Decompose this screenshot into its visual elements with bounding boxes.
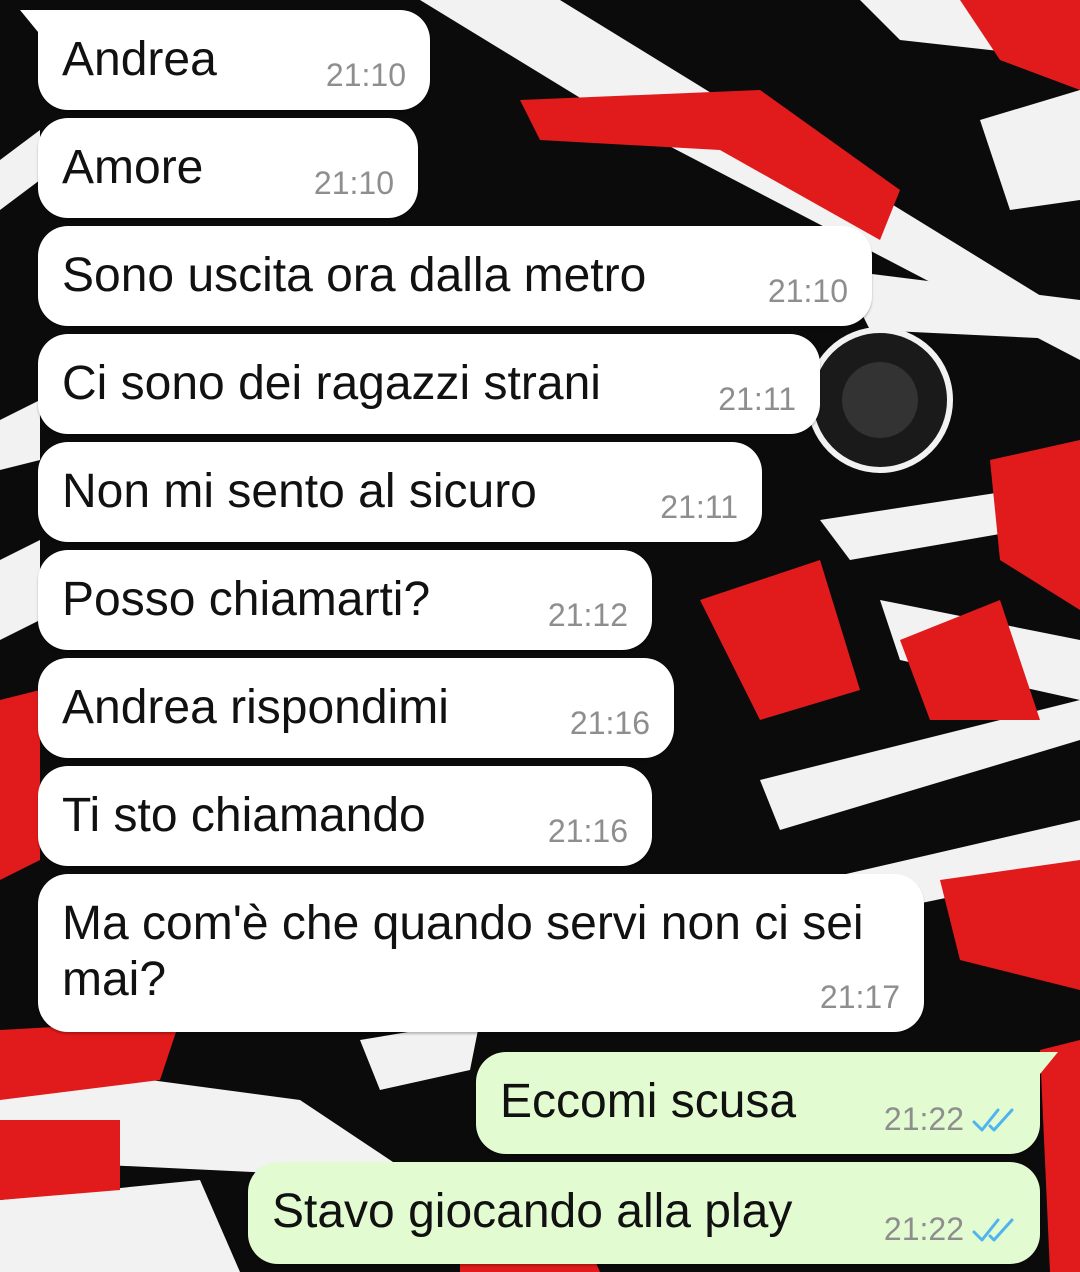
message-text: Sono uscita ora dalla metro [62,249,647,302]
timestamp: 21:16 [547,813,628,849]
timestamp: 21:10 [325,57,406,93]
message-text: Ti sto chiamando [62,789,426,842]
timestamp: 21:11 [660,489,738,525]
message-time: 21:11 [718,381,796,418]
incoming-message[interactable]: Ti sto chiamando 21:16 [38,766,652,866]
outgoing-message[interactable]: Stavo giocando alla play 21:22 [248,1162,1040,1264]
outgoing-message[interactable]: Eccomi scusa 21:22 [476,1052,1058,1154]
message-time: 21:10 [326,57,406,94]
timestamp: 21:10 [313,165,394,201]
timestamp: 21:16 [569,705,650,741]
message-time: 21:22 [884,1101,1016,1138]
chat-view: Andrea 21:10 Amore 21:10 Sono uscita ora… [0,0,1080,1272]
message-time: 21:10 [768,273,848,310]
message-text: Andrea rispondimi [62,681,449,734]
timestamp: 21:17 [819,979,900,1015]
incoming-message[interactable]: Andrea rispondimi 21:16 [38,658,674,758]
timestamp: 21:22 [883,1101,964,1137]
message-time: 21:17 [820,979,900,1016]
message-text: Posso chiamarti? [62,573,431,626]
message-text: Non mi sento al sicuro [62,465,537,518]
message-text: Ci sono dei ragazzi strani [62,357,601,410]
message-time: 21:22 [884,1211,1016,1248]
message-time: 21:10 [314,165,394,202]
incoming-message[interactable]: Andrea 21:10 [20,10,430,110]
double-check-read-icon [972,1218,1014,1241]
incoming-message[interactable]: Sono uscita ora dalla metro 21:10 [38,226,872,326]
incoming-message[interactable]: Posso chiamarti? 21:12 [38,550,652,650]
bubble-tail [1040,1052,1058,1074]
incoming-message[interactable]: Ci sono dei ragazzi strani 21:11 [38,334,820,434]
double-check-read-icon [972,1108,1014,1131]
message-list[interactable]: Andrea 21:10 Amore 21:10 Sono uscita ora… [0,0,1080,1272]
bubble-tail [20,10,38,32]
incoming-message[interactable]: Ma com'è che quando servi non ci sei mai… [38,874,924,1032]
incoming-message[interactable]: Amore 21:10 [38,118,418,218]
message-time: 21:16 [548,813,628,850]
incoming-message[interactable]: Non mi sento al sicuro 21:11 [38,442,762,542]
timestamp: 21:11 [718,381,796,417]
timestamp: 21:12 [547,597,628,633]
message-time: 21:12 [548,597,628,634]
message-time: 21:11 [660,489,738,526]
timestamp: 21:10 [767,273,848,309]
timestamp: 21:22 [883,1211,964,1247]
message-time: 21:16 [570,705,650,742]
message-text: Ma com'è che quando servi non ci sei mai… [62,897,864,1006]
